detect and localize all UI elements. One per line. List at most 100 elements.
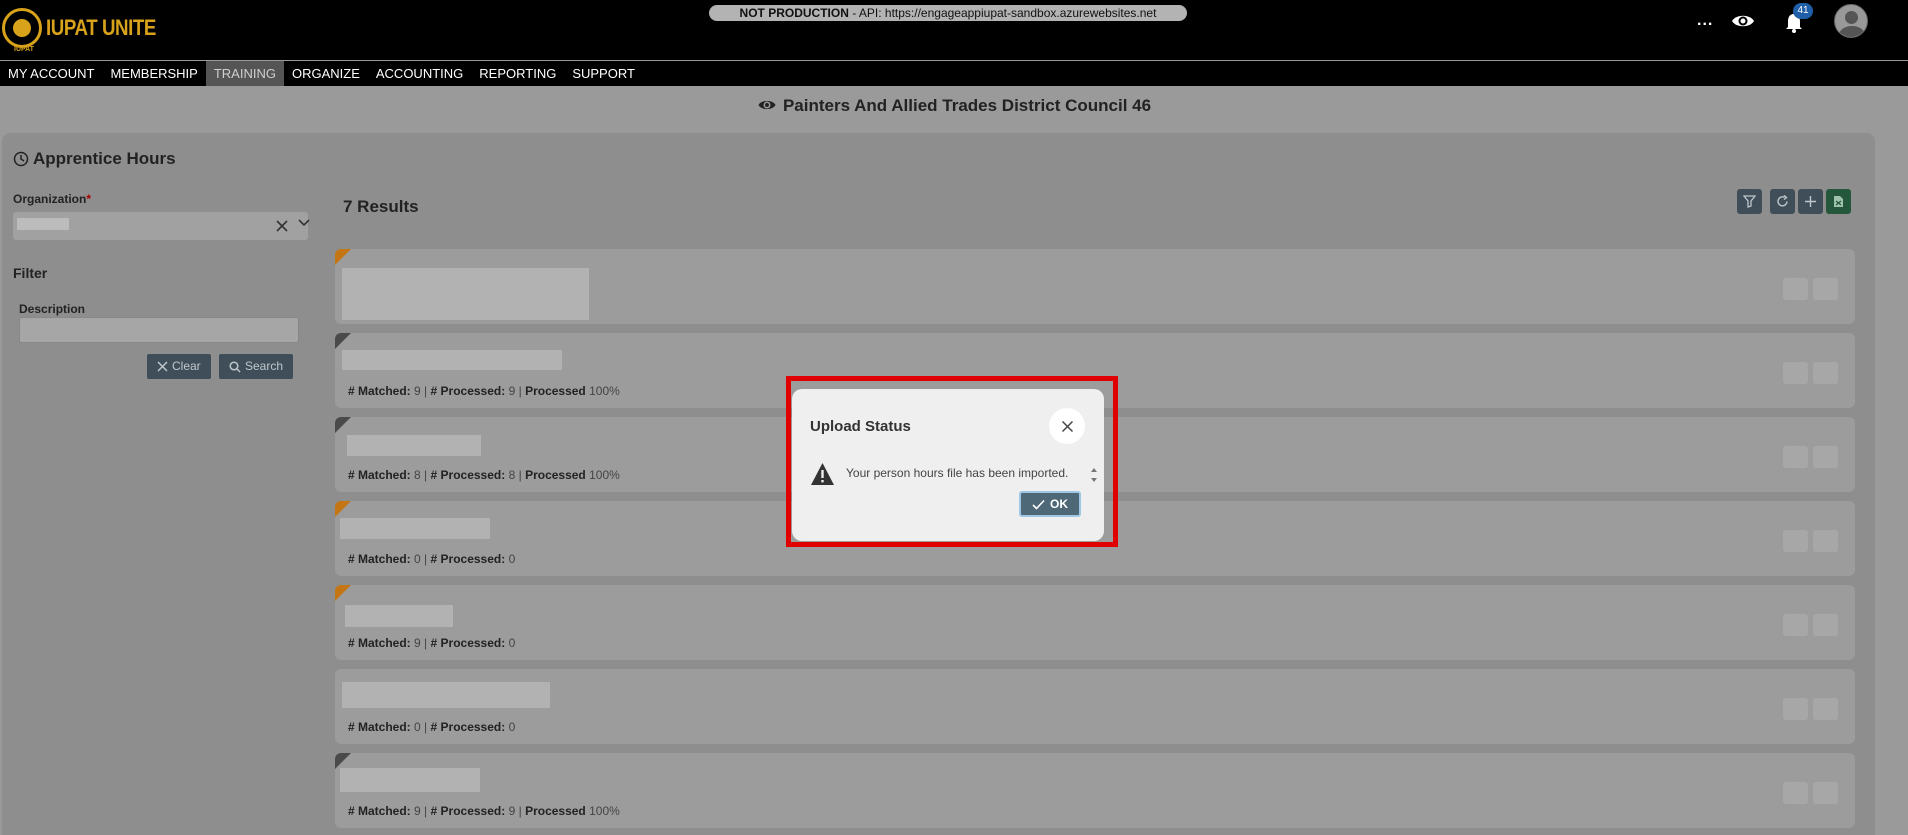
search-button[interactable]: Search: [219, 354, 294, 379]
refresh-button[interactable]: [1770, 189, 1795, 214]
excel-file-icon: [1834, 196, 1843, 207]
separator: |: [515, 468, 526, 482]
edit-button[interactable]: [1783, 614, 1808, 636]
clear-button[interactable]: Clear: [147, 354, 211, 379]
organization-select[interactable]: [13, 212, 310, 240]
delete-button[interactable]: [1813, 278, 1838, 300]
edit-button[interactable]: [1783, 446, 1808, 468]
organization-title: Painters And Allied Trades District Coun…: [0, 96, 1908, 116]
status-corner-marker: [335, 501, 351, 517]
refresh-icon: [1777, 195, 1788, 207]
result-meta: # Matched: 0 | # Processed: 0: [348, 720, 515, 734]
env-api: - API: https://engageappiupat-sandbox.az…: [848, 6, 1157, 20]
matched-label: # Matched:: [348, 720, 411, 734]
delete-button[interactable]: [1813, 782, 1838, 804]
redacted-name: [340, 518, 490, 539]
nav-reporting[interactable]: REPORTING: [471, 61, 564, 86]
ok-button[interactable]: OK: [1019, 491, 1081, 517]
edit-button[interactable]: [1783, 782, 1808, 804]
delete-button[interactable]: [1813, 446, 1838, 468]
edit-button[interactable]: [1783, 362, 1808, 384]
edit-button[interactable]: [1783, 530, 1808, 552]
warning-icon: [811, 463, 834, 485]
processed-percent-value: 100%: [589, 468, 620, 482]
result-meta: # Matched: 0 | # Processed: 0: [348, 552, 515, 566]
processed-percent-value: 100%: [589, 384, 620, 398]
redacted-name: [342, 350, 562, 370]
delete-button[interactable]: [1813, 698, 1838, 720]
processed-percent-label: Processed: [525, 384, 586, 398]
matched-label: # Matched:: [348, 804, 411, 818]
dialog-close-button[interactable]: [1049, 408, 1085, 444]
organization-value-redacted: [17, 218, 69, 230]
processed-count-value: 0: [508, 636, 516, 650]
matched-value: 0: [414, 720, 421, 734]
processed-count-label: # Processed:: [430, 804, 506, 818]
matched-value: 8: [414, 468, 421, 482]
separator: |: [420, 636, 431, 650]
processed-percent-value: 100%: [589, 804, 620, 818]
export-button[interactable]: [1826, 189, 1851, 214]
result-card[interactable]: [335, 249, 1855, 324]
app-logo[interactable]: IUPAT UNITE IUPAT: [2, 8, 175, 53]
result-card[interactable]: # Matched: 0 | # Processed: 0: [335, 669, 1855, 744]
delete-button[interactable]: [1813, 362, 1838, 384]
status-corner-marker: [335, 333, 351, 349]
matched-value: 0: [414, 552, 421, 566]
processed-percent-label: Processed: [525, 468, 586, 482]
ok-button-label: OK: [1050, 497, 1068, 511]
nav-my-account[interactable]: MY ACCOUNT: [0, 61, 102, 86]
plus-icon: [1805, 196, 1816, 207]
scroll-arrows-icon[interactable]: [1090, 466, 1098, 484]
result-meta: # Matched: 9 | # Processed: 9 | Processe…: [348, 804, 620, 818]
processed-count-label: # Processed:: [430, 384, 506, 398]
matched-label: # Matched:: [348, 384, 411, 398]
status-corner-marker: [335, 753, 351, 769]
main-nav: MY ACCOUNT MEMBERSHIP TRAINING ORGANIZE …: [0, 61, 1908, 86]
result-card[interactable]: # Matched: 9 | # Processed: 0: [335, 585, 1855, 660]
dialog-message: Your person hours file has been imported…: [846, 466, 1069, 480]
user-avatar[interactable]: [1834, 4, 1868, 38]
matched-value: 9: [414, 636, 421, 650]
separator: |: [420, 720, 431, 734]
processed-count-label: # Processed:: [430, 636, 506, 650]
edit-button[interactable]: [1783, 278, 1808, 300]
organization-title-text: Painters And Allied Trades District Coun…: [782, 96, 1152, 115]
processed-count-label: # Processed:: [430, 552, 506, 566]
processed-percent-label: Processed: [525, 804, 586, 818]
nav-support[interactable]: SUPPORT: [564, 61, 643, 86]
edit-button[interactable]: [1783, 698, 1808, 720]
status-corner-marker: [335, 585, 351, 601]
delete-button[interactable]: [1813, 614, 1838, 636]
result-card[interactable]: # Matched: 9 | # Processed: 9 | Processe…: [335, 753, 1855, 828]
nav-organize[interactable]: ORGANIZE: [284, 61, 368, 86]
description-input[interactable]: [19, 317, 299, 343]
clear-selection-icon[interactable]: [275, 219, 289, 233]
top-bar: IUPAT UNITE IUPAT NOT PRODUCTION - API: …: [0, 0, 1908, 60]
redacted-name: [345, 605, 453, 627]
dialog-title: Upload Status: [810, 418, 911, 435]
add-button[interactable]: [1798, 189, 1823, 214]
required-mark: *: [86, 192, 92, 206]
organization-label-text: Organization: [13, 192, 87, 206]
redacted-name: [342, 682, 550, 708]
matched-label: # Matched:: [348, 636, 411, 650]
logo-emblem-icon: [2, 8, 42, 48]
delete-button[interactable]: [1813, 530, 1838, 552]
chevron-down-icon[interactable]: [298, 216, 310, 228]
nav-accounting[interactable]: ACCOUNTING: [368, 61, 471, 86]
processed-count-label: # Processed:: [430, 720, 506, 734]
results-count: 7 Results: [343, 197, 419, 216]
processed-count-value: 0: [508, 720, 516, 734]
description-label: Description: [19, 302, 86, 316]
matched-value: 9: [414, 384, 421, 398]
nav-membership[interactable]: MEMBERSHIP: [102, 61, 205, 86]
separator: |: [420, 468, 431, 482]
matched-label: # Matched:: [348, 468, 411, 482]
nav-training[interactable]: TRAINING: [205, 61, 284, 86]
view-eye-icon[interactable]: [1731, 12, 1755, 30]
search-icon: [229, 360, 241, 373]
processed-count-label: # Processed:: [430, 468, 506, 482]
more-menu-icon[interactable]: ...: [1697, 12, 1713, 30]
filter-button[interactable]: [1737, 189, 1762, 214]
